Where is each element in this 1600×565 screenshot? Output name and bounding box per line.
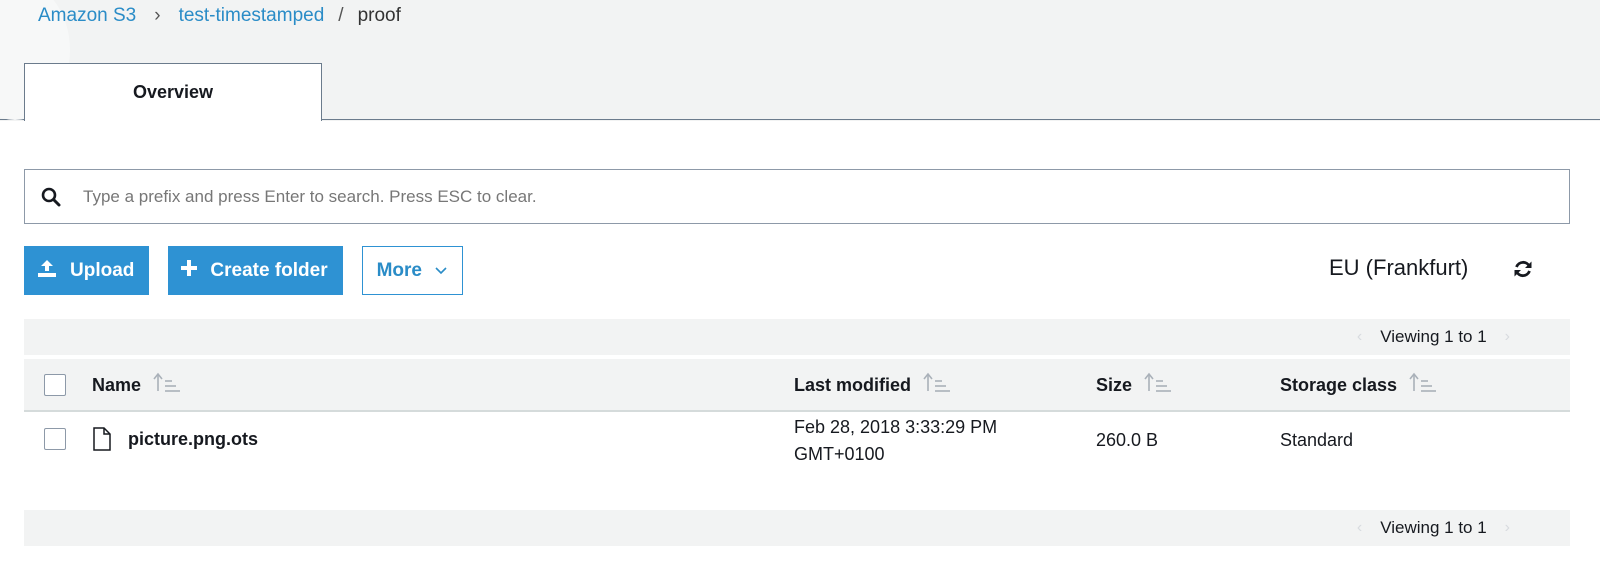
upload-icon bbox=[36, 258, 58, 284]
column-label: Name bbox=[92, 375, 142, 395]
pager: ‹ Viewing 1 to 1 › bbox=[1357, 319, 1510, 355]
pager-text: Viewing 1 to 1 bbox=[1380, 518, 1487, 537]
row-last-modified-date: Feb 28, 2018 3:33:29 PM bbox=[794, 417, 998, 437]
search-box bbox=[24, 169, 1570, 224]
chevron-left-icon[interactable]: ‹ bbox=[1357, 328, 1362, 346]
row-file-name[interactable]: picture.png.ots bbox=[128, 426, 258, 453]
pager-bar-bottom: ‹ Viewing 1 to 1 › bbox=[24, 510, 1570, 546]
breadcrumb: Amazon S3 › test-timestamped / proof bbox=[38, 4, 401, 28]
table-header: Name Last modified Size Storage class bbox=[24, 359, 1570, 412]
search-input[interactable] bbox=[77, 170, 1569, 223]
search-icon bbox=[25, 187, 77, 207]
tab-overview[interactable]: Overview bbox=[24, 63, 322, 121]
create-folder-button[interactable]: Create folder bbox=[168, 246, 343, 295]
sort-icon[interactable] bbox=[1144, 372, 1172, 399]
table-row[interactable]: picture.png.ots Feb 28, 2018 3:33:29 PM … bbox=[24, 414, 1570, 486]
row-size: 260.0 B bbox=[1096, 430, 1159, 450]
upload-button-label: Upload bbox=[70, 259, 135, 281]
upload-button[interactable]: Upload bbox=[24, 246, 150, 295]
chevron-right-icon[interactable]: › bbox=[1505, 519, 1510, 537]
row-storage-class: Standard bbox=[1280, 430, 1354, 450]
more-button[interactable]: More bbox=[361, 246, 463, 295]
row-last-modified-zone: GMT+0100 bbox=[794, 444, 885, 464]
page-header: Amazon S3 › test-timestamped / proof Ove… bbox=[0, 0, 1600, 121]
main-content: Upload Create folder More EU (Frankfurt) bbox=[0, 121, 1600, 565]
breadcrumb-bucket[interactable]: test-timestamped bbox=[179, 5, 325, 27]
file-icon bbox=[92, 427, 112, 459]
refresh-icon[interactable] bbox=[1512, 258, 1534, 285]
breadcrumb-current-folder: proof bbox=[357, 5, 401, 26]
chevron-right-icon[interactable]: › bbox=[1505, 328, 1510, 346]
breadcrumb-amazon-s3[interactable]: Amazon S3 bbox=[38, 5, 136, 27]
pager-bar-top: ‹ Viewing 1 to 1 › bbox=[24, 319, 1570, 355]
select-all-checkbox[interactable] bbox=[44, 374, 66, 396]
column-label: Size bbox=[1096, 375, 1133, 395]
column-header-storage-class[interactable]: Storage class bbox=[1280, 359, 1437, 412]
column-header-name[interactable]: Name bbox=[92, 359, 181, 412]
sort-icon[interactable] bbox=[923, 372, 951, 399]
more-button-label: More bbox=[376, 259, 422, 281]
column-header-last-modified[interactable]: Last modified bbox=[794, 359, 951, 412]
row-checkbox[interactable] bbox=[44, 428, 66, 450]
column-label: Storage class bbox=[1280, 375, 1398, 395]
chevron-down-icon bbox=[434, 260, 448, 282]
chevron-left-icon[interactable]: ‹ bbox=[1357, 519, 1362, 537]
column-header-size[interactable]: Size bbox=[1096, 359, 1172, 412]
sort-icon[interactable] bbox=[153, 372, 181, 399]
toolbar: Upload Create folder More bbox=[24, 246, 463, 295]
breadcrumb-slash: / bbox=[338, 5, 344, 26]
pager: ‹ Viewing 1 to 1 › bbox=[1357, 510, 1510, 546]
pager-text: Viewing 1 to 1 bbox=[1380, 327, 1487, 346]
column-label: Last modified bbox=[794, 375, 912, 395]
breadcrumb-separator-icon: › bbox=[154, 5, 161, 26]
sort-icon[interactable] bbox=[1409, 372, 1437, 399]
plus-icon bbox=[180, 259, 198, 283]
region-label: EU (Frankfurt) bbox=[1329, 255, 1469, 280]
create-folder-button-label: Create folder bbox=[210, 259, 328, 281]
